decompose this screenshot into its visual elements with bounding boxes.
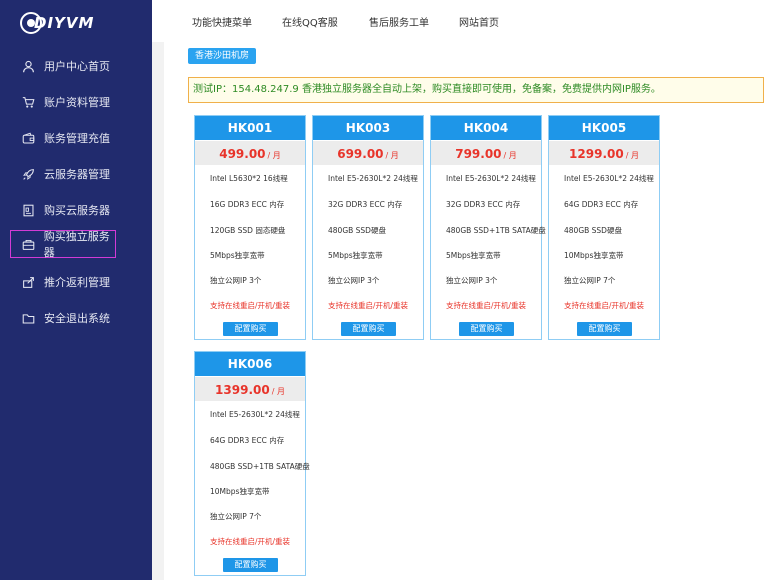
plan-price-row: 499.00/ 月: [195, 141, 305, 165]
content-left-strip: [152, 42, 164, 580]
sidebar-item-label: 账务管理充值: [44, 132, 110, 145]
plan-name: HK005: [549, 116, 659, 140]
plan-price: 1299.00: [569, 147, 624, 161]
sidebar-item-label: 云服务器管理: [44, 168, 110, 181]
plan-spec-bandwidth: 5Mbps独享宽带: [328, 251, 383, 260]
app-root: DIYVM 用户中心首页 账户资料管理 账务管理充值 云服务器管理 购买云服务器…: [0, 0, 768, 580]
plan-spec-ip: 独立公网IP 7个: [210, 512, 262, 521]
plan-spec-bandwidth: 5Mbps独享宽带: [446, 251, 501, 260]
plan-spec-bandwidth: 5Mbps独享宽带: [210, 251, 265, 260]
plan-spec-ram: 32G DDR3 ECC 内存: [328, 200, 403, 209]
top-nav: 功能快捷菜单 在线QQ客服 售后服务工单 网站首页: [152, 0, 768, 42]
plan-spec-cpu: Intel E5-2630L*2 24线程: [210, 410, 300, 419]
sidebar-item-label: 安全退出系统: [44, 312, 110, 325]
plan-spec-cpu: Intel L5630*2 16线程: [210, 174, 288, 183]
plan-spec-ip: 独立公网IP 3个: [328, 276, 380, 285]
test-ip-notice: 测试IP：154.48.247.9 香港独立服务器全自动上架，购买直接即可使用，…: [188, 77, 764, 103]
plan-spec-cpu: Intel E5-2630L*2 24线程: [564, 174, 654, 183]
user-icon: [20, 58, 36, 74]
topnav-ticket[interactable]: 售后服务工单: [369, 14, 429, 29]
plan-spec-cpu: Intel E5-2630L*2 24线程: [328, 174, 418, 183]
plan-name: HK004: [431, 116, 541, 140]
plan-price-unit: / 月: [271, 387, 285, 396]
plan-spec-disk: 120GB SSD 固态硬盘: [210, 226, 286, 235]
plan-name: HK001: [195, 116, 305, 140]
topnav-home[interactable]: 网站首页: [459, 14, 499, 29]
plan-spec-disk: 480GB SSD硬盘: [328, 226, 386, 235]
plan-spec-ram: 64G DDR3 ECC 内存: [210, 436, 285, 445]
sidebar-item-label: 推介返利管理: [44, 276, 110, 289]
plan-card-hk005: HK005 1299.00/ 月 Intel E5-2630L*2 24线程 6…: [548, 115, 660, 340]
plan-name: HK003: [313, 116, 423, 140]
plan-spec-ip: 独立公网IP 7个: [564, 276, 616, 285]
sidebar-item-buy-dedicated[interactable]: 购买独立服务器: [10, 230, 116, 259]
logo-text: DIYVM: [34, 14, 95, 32]
topnav-shortcut-menu[interactable]: 功能快捷菜单: [192, 14, 252, 29]
plan-price-unit: / 月: [625, 151, 639, 160]
plan-price: 699.00: [337, 147, 384, 161]
configure-buy-button[interactable]: 配置购买: [577, 322, 632, 336]
sidebar-item-buy-cloud[interactable]: 购买云服务器: [10, 196, 142, 224]
plan-card-hk001: HK001 499.00/ 月 Intel L5630*2 16线程 16G D…: [194, 115, 306, 340]
sidebar-item-label: 账户资料管理: [44, 96, 110, 109]
plan-note: 支持在线重启/开机/重装: [328, 301, 409, 310]
server-bag-icon: [21, 236, 36, 252]
sidebar-item-account[interactable]: 账户资料管理: [10, 88, 142, 116]
plan-price-unit: / 月: [267, 151, 281, 160]
configure-buy-button[interactable]: 配置购买: [459, 322, 514, 336]
configure-buy-button[interactable]: 配置购买: [223, 558, 278, 572]
plan-spec-ram: 16G DDR3 ECC 内存: [210, 200, 285, 209]
plan-price: 799.00: [455, 147, 502, 161]
plan-spec-disk: 480GB SSD+1TB SATA硬盘: [210, 462, 310, 471]
wallet-icon: [20, 130, 36, 146]
document-icon: [20, 202, 36, 218]
plan-spec-disk: 480GB SSD+1TB SATA硬盘: [446, 226, 546, 235]
plan-spec-ram: 64G DDR3 ECC 内存: [564, 200, 639, 209]
plan-price-row: 699.00/ 月: [313, 141, 423, 165]
plan-card-hk003: HK003 699.00/ 月 Intel E5-2630L*2 24线程 32…: [312, 115, 424, 340]
plan-card-hk006: HK006 1399.00/ 月 Intel E5-2630L*2 24线程 6…: [194, 351, 310, 576]
region-tab-hk-shatin[interactable]: 香港沙田机房: [188, 48, 257, 64]
sidebar-item-label: 购买云服务器: [44, 204, 110, 217]
share-icon: [20, 274, 36, 290]
plan-note: 支持在线重启/开机/重装: [564, 301, 645, 310]
cart-icon: [20, 94, 36, 110]
sidebar-item-logout[interactable]: 安全退出系统: [10, 304, 142, 332]
sidebar-item-user-center[interactable]: 用户中心首页: [10, 52, 142, 80]
folder-icon: [20, 310, 36, 326]
plan-spec-ip: 独立公网IP 3个: [210, 276, 262, 285]
plan-spec-bandwidth: 10Mbps独享宽带: [210, 487, 270, 496]
plan-spec-cpu: Intel E5-2630L*2 24线程: [446, 174, 536, 183]
sidebar: DIYVM 用户中心首页 账户资料管理 账务管理充值 云服务器管理 购买云服务器…: [0, 0, 152, 580]
plan-spec-bandwidth: 10Mbps独享宽带: [564, 251, 624, 260]
plan-card-hk004: HK004 799.00/ 月 Intel E5-2630L*2 24线程 32…: [430, 115, 546, 340]
sidebar-item-referral[interactable]: 推介返利管理: [10, 268, 142, 296]
plan-note: 支持在线重启/开机/重装: [446, 301, 527, 310]
sidebar-item-label: 购买独立服务器: [43, 230, 110, 259]
topnav-qq-support[interactable]: 在线QQ客服: [282, 14, 338, 29]
plan-spec-ram: 32G DDR3 ECC 内存: [446, 200, 521, 209]
sidebar-item-label: 用户中心首页: [44, 60, 110, 73]
logo[interactable]: DIYVM: [20, 12, 100, 34]
plan-price-row: 1399.00/ 月: [195, 377, 305, 401]
plan-spec-disk: 480GB SSD硬盘: [564, 226, 622, 235]
configure-buy-button[interactable]: 配置购买: [341, 322, 396, 336]
configure-buy-button[interactable]: 配置购买: [223, 322, 278, 336]
plan-price-unit: / 月: [385, 151, 399, 160]
rocket-icon: [20, 166, 36, 182]
plan-price-row: 799.00/ 月: [431, 141, 541, 165]
sidebar-item-billing[interactable]: 账务管理充值: [10, 124, 142, 152]
plan-price: 1399.00: [215, 383, 270, 397]
plan-price-unit: / 月: [503, 151, 517, 160]
plan-note: 支持在线重启/开机/重装: [210, 301, 291, 310]
plan-price-row: 1299.00/ 月: [549, 141, 659, 165]
plan-name: HK006: [195, 352, 305, 376]
sidebar-item-cloud-manage[interactable]: 云服务器管理: [10, 160, 142, 188]
plan-note: 支持在线重启/开机/重装: [210, 537, 291, 546]
plan-price: 499.00: [219, 147, 266, 161]
plan-spec-ip: 独立公网IP 3个: [446, 276, 498, 285]
